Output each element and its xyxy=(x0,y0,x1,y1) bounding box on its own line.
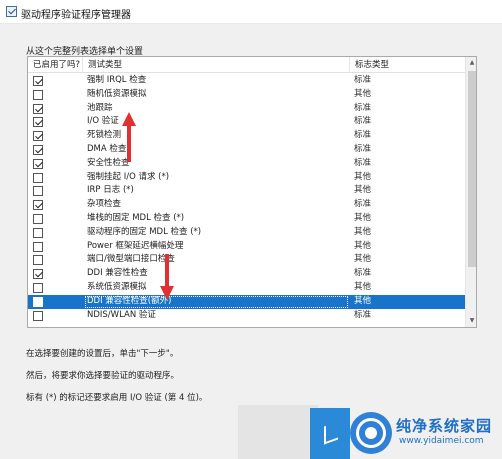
flag-type-label: 标准 xyxy=(354,199,372,210)
enabled-checkbox[interactable] xyxy=(33,186,43,197)
list-rows: 强制 IRQL 检查 标准 随机低资源模拟 其他 池跟踪 标准 I/O 验证 标准 死锁检测 标准… xyxy=(28,74,465,322)
test-type-label: 强制挂起 I/O 请求 (*) xyxy=(87,171,170,182)
list-row[interactable]: 强制挂起 I/O 请求 (*) 其他 xyxy=(28,171,465,185)
flag-type-label: 标准 xyxy=(354,143,372,154)
test-type-label: I/O 验证 xyxy=(87,116,119,127)
settings-list[interactable]: 已启用了吗? 测试类型 标志类型 强制 IRQL 检查 标准 随机低资源模拟 其他 池跟… xyxy=(27,56,477,328)
enabled-checkbox[interactable] xyxy=(33,282,43,293)
enabled-checkbox[interactable] xyxy=(33,158,43,169)
enabled-checkbox[interactable] xyxy=(33,296,43,307)
test-type-label: 死锁检测 xyxy=(87,130,122,141)
list-row[interactable]: IRP 日志 (*) 其他 xyxy=(28,184,465,198)
scroll-down-icon[interactable]: ▼ xyxy=(466,315,476,327)
flag-type-label: 其他 xyxy=(354,254,372,265)
column-header-flag-type[interactable]: 标志类型 xyxy=(350,57,465,73)
flag-type-label: 标准 xyxy=(354,157,372,168)
list-row[interactable]: 安全性检查 标准 xyxy=(28,157,465,171)
test-type-label: 驱动程序的固定 MDL 检查 (*) xyxy=(87,226,202,237)
enabled-checkbox[interactable] xyxy=(33,76,43,86)
next-button[interactable] xyxy=(310,408,350,459)
enabled-checkbox[interactable] xyxy=(33,103,43,114)
info-text-select-driver: 然后，将要求你选择要验证的驱动程序。 xyxy=(26,371,180,381)
test-type-label: DDI 兼容性检查 xyxy=(87,268,148,279)
title-checkbox-icon xyxy=(6,6,17,17)
scroll-up-icon[interactable]: ▲ xyxy=(466,57,476,69)
enabled-checkbox[interactable] xyxy=(33,131,43,142)
window-title: 驱动程序验证程序管理器 xyxy=(21,10,131,21)
flag-type-label: 其他 xyxy=(354,226,372,237)
flag-type-label: 标准 xyxy=(354,268,372,279)
info-text-io-note: 标有 (*) 的标记还要求启用 I/O 验证 (第 4 位)。 xyxy=(26,393,208,403)
enabled-checkbox[interactable] xyxy=(33,227,43,238)
flag-type-label: 其他 xyxy=(354,185,372,196)
info-text-next: 在选择要创建的设置后，单击"下一步"。 xyxy=(26,349,179,359)
list-row[interactable]: 端口/微型端口接口检查 其他 xyxy=(28,253,465,267)
enabled-checkbox[interactable] xyxy=(33,213,43,224)
list-row[interactable]: 堆栈的固定 MDL 检查 (*) 其他 xyxy=(28,212,465,226)
test-type-label: 系统低资源模拟 xyxy=(87,281,147,292)
test-type-label: 随机低资源模拟 xyxy=(87,88,147,99)
flag-type-label: 标准 xyxy=(354,116,372,127)
column-header-enabled[interactable]: 已启用了吗? xyxy=(28,57,83,73)
flag-type-label: 其他 xyxy=(354,212,372,223)
list-row[interactable]: DDI 兼容性检查 标准 xyxy=(28,267,465,281)
enabled-checkbox[interactable] xyxy=(33,144,43,155)
scroll-thumb[interactable] xyxy=(468,71,476,267)
watermark-url: www.yidaimei.com xyxy=(399,436,484,446)
flag-type-label: 标准 xyxy=(354,309,372,320)
test-type-label: DMA 检查 xyxy=(87,143,127,154)
list-row[interactable]: DMA 检查 标准 xyxy=(28,143,465,157)
flag-type-label: 其他 xyxy=(354,281,372,292)
flag-type-label: 标准 xyxy=(354,102,372,113)
flag-type-label: 其他 xyxy=(354,171,372,182)
list-header: 已启用了吗? 测试类型 标志类型 xyxy=(28,57,465,73)
enabled-checkbox[interactable] xyxy=(33,310,43,321)
test-type-label: 池跟踪 xyxy=(87,102,113,113)
list-row[interactable]: 池跟踪 标准 xyxy=(28,102,465,116)
list-row[interactable]: 强制 IRQL 检查 标准 xyxy=(28,74,465,88)
enabled-checkbox[interactable] xyxy=(33,255,43,266)
list-row[interactable]: 系统低资源模拟 其他 xyxy=(28,281,465,295)
button-area xyxy=(238,405,318,459)
test-type-label: 杂项检查 xyxy=(87,199,122,210)
list-row[interactable]: 杂项检查 标准 xyxy=(28,198,465,212)
enabled-checkbox[interactable] xyxy=(33,117,43,128)
list-row[interactable]: 死锁检测 标准 xyxy=(28,129,465,143)
list-row[interactable]: I/O 验证 标准 xyxy=(28,115,465,129)
enabled-checkbox[interactable] xyxy=(33,200,43,211)
test-type-label: 强制 IRQL 检查 xyxy=(87,75,147,85)
flag-type-label: 标准 xyxy=(354,130,372,141)
list-row[interactable]: 驱动程序的固定 MDL 检查 (*) 其他 xyxy=(28,226,465,240)
list-row[interactable]: Power 框架延迟横幅处理 其他 xyxy=(28,240,465,254)
annotation-arrow-down-icon xyxy=(160,254,174,300)
flag-type-label: 其他 xyxy=(354,295,372,306)
enabled-checkbox[interactable] xyxy=(33,89,43,100)
watermark-title: 纯净系统家园 xyxy=(396,417,493,435)
enabled-checkbox[interactable] xyxy=(33,269,43,280)
flag-type-label: 其他 xyxy=(354,88,372,99)
focus-rectangle xyxy=(85,295,348,308)
test-type-label: 堆栈的固定 MDL 检查 (*) xyxy=(87,212,185,223)
annotation-arrow-up-icon xyxy=(122,112,136,162)
list-row[interactable]: DDI 兼容性检查(额外) 其他 xyxy=(28,294,465,309)
list-row[interactable]: NDIS/WLAN 验证 标准 xyxy=(28,309,465,323)
title-bar: 驱动程序验证程序管理器 xyxy=(0,0,502,24)
enabled-checkbox[interactable] xyxy=(33,241,43,252)
column-header-test-type[interactable]: 测试类型 xyxy=(83,57,350,73)
test-type-label: NDIS/WLAN 验证 xyxy=(87,309,156,320)
list-row[interactable]: 随机低资源模拟 其他 xyxy=(28,88,465,102)
test-type-label: Power 框架延迟横幅处理 xyxy=(87,240,184,251)
enabled-checkbox[interactable] xyxy=(33,172,43,183)
flag-type-label: 其他 xyxy=(354,240,372,251)
flag-type-label: 标准 xyxy=(354,75,372,85)
vertical-scrollbar[interactable]: ▲ ▼ xyxy=(465,57,476,327)
watermark-logo-icon xyxy=(350,412,392,454)
test-type-label: IRP 日志 (*) xyxy=(87,185,134,196)
